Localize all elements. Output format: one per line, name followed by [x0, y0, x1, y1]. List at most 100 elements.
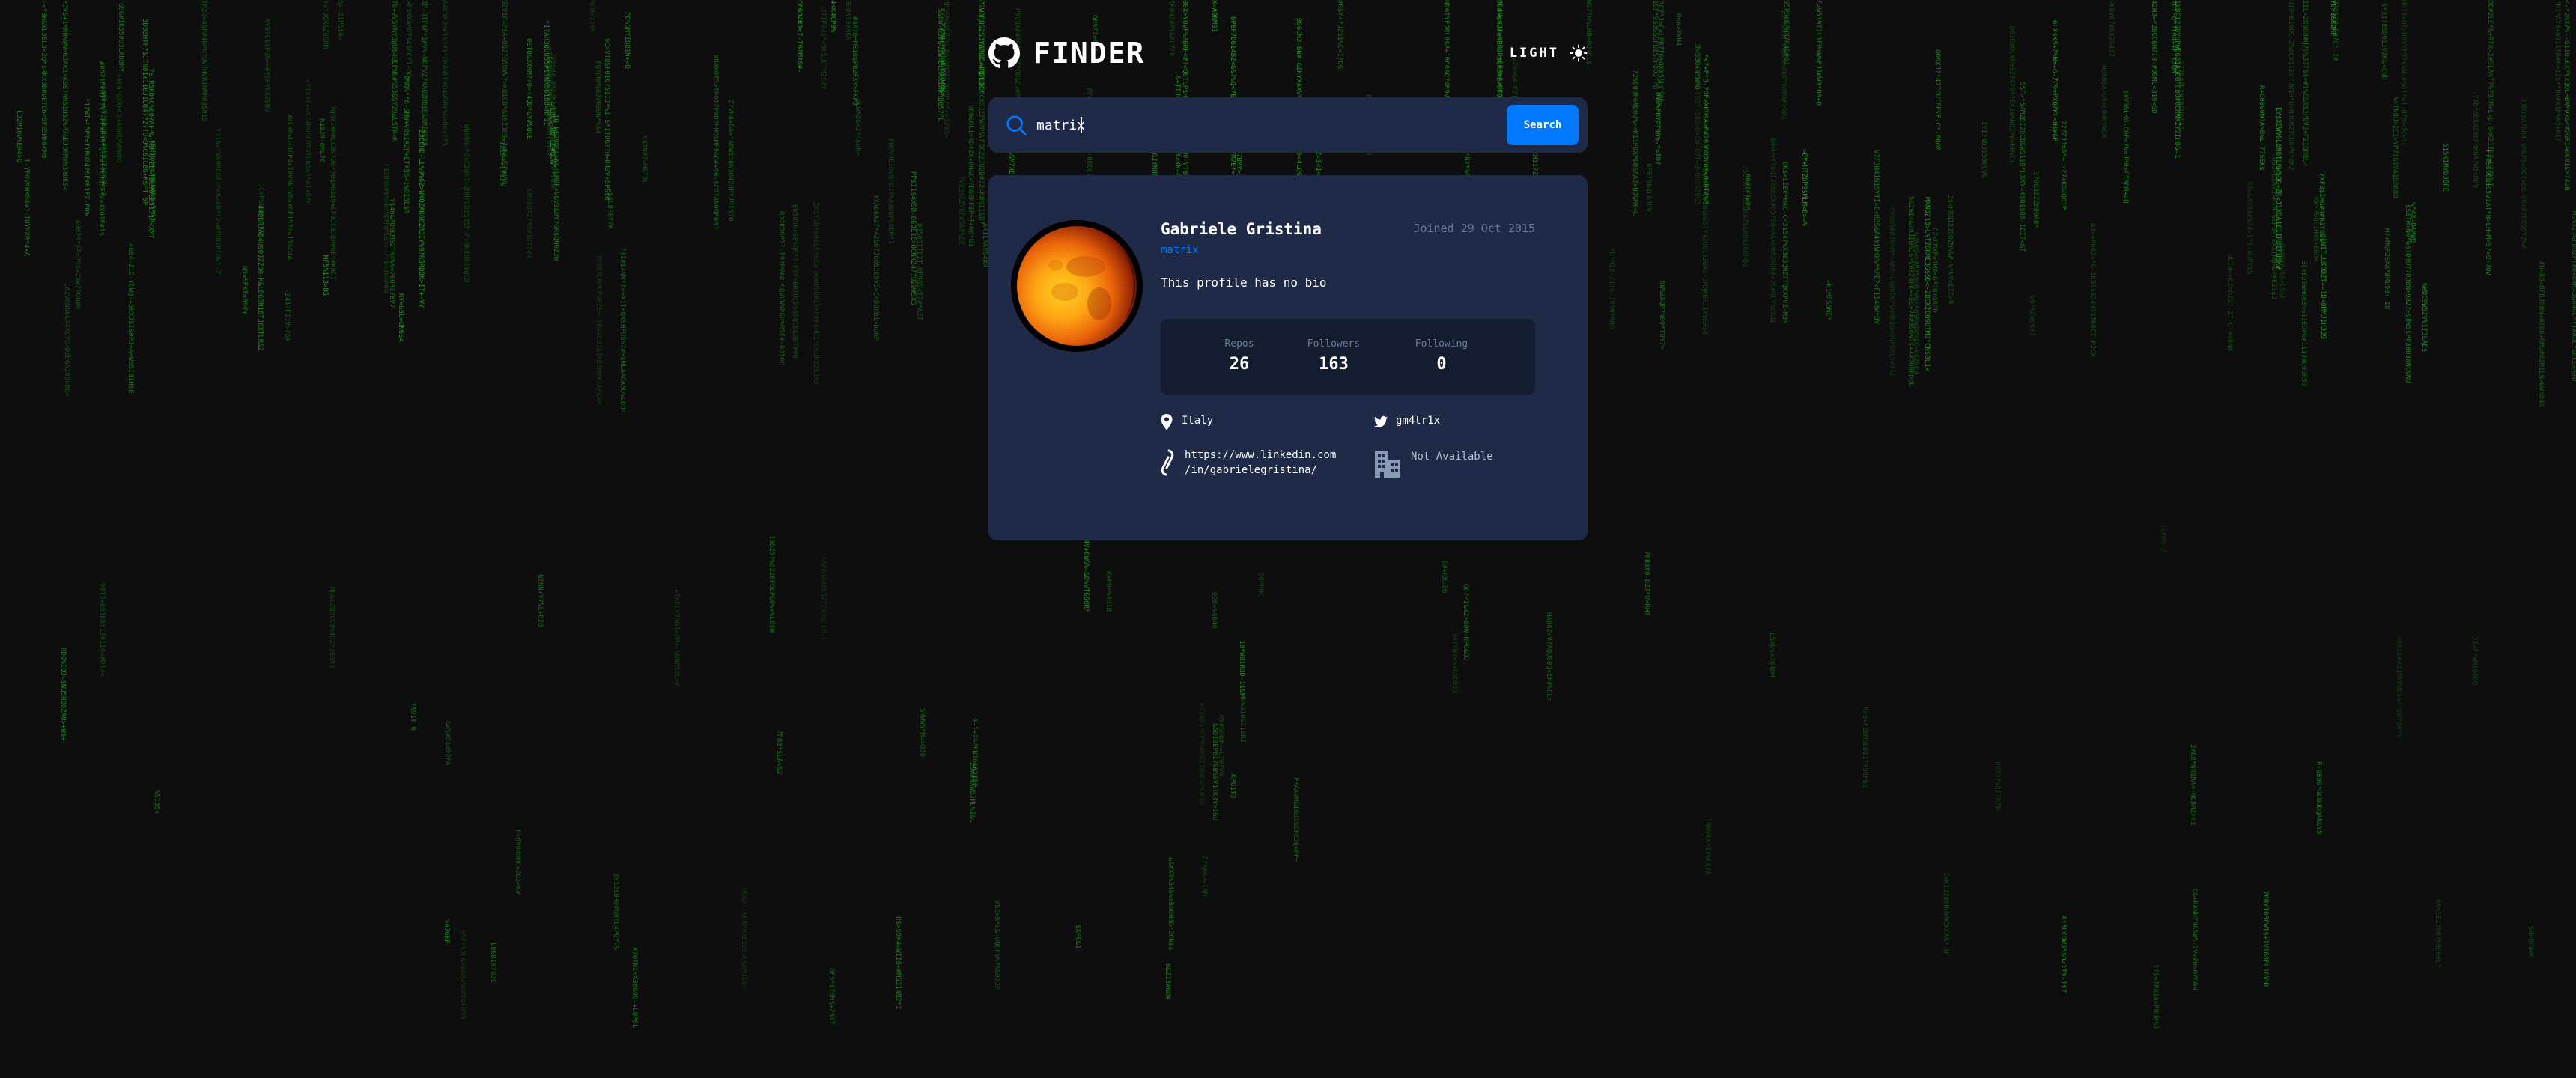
- svg-text:3C0E2IWHG83>%11ED#G#111J#U9JR5: 3C0E2IWHG83>%11ED#G#111J#U9JR50: [2300, 261, 2307, 386]
- svg-text:ZK1TUD*9H$SF?ACN-00HBSU#1YHP#P: ZK1TUD*9H$SF?ACN-00HBSU#1YHP#P$HGI*C%OPZ…: [812, 202, 819, 385]
- theme-toggle[interactable]: LIGHT: [1510, 42, 1588, 64]
- svg-text:R$9JR-0ML76: R$9JR-0ML76: [318, 118, 325, 163]
- svg-text:>F3KXAMG7S4$6CF1-DQ==: >F3KXAMG7S4$6CF1-DQ==: [404, 0, 412, 85]
- svg-text:6?24R<?EE?%MPDI1QWO$*9OJU: 6?24R<?EE?%MPDI1QWO$*9OJU: [1197, 703, 1205, 804]
- svg-text:U10FB15OC-2%ZCV11IVTUB1H*U<RJG: U10FB15OC-2%ZCV11IVTUB1H*U<RJGM2TCU6PY*Z…: [2287, 0, 2294, 171]
- svg-text:4<K4CP8%: 4<K4CP8%: [829, 0, 836, 33]
- svg-text:Q&+RANHZRA5#5-7V<#H>OZG6N: Q&+RANHZRA5#5-7V<#H>OZG6N: [2190, 889, 2198, 990]
- svg-text:95P0#KPHX7K4G#0J: 95P0#KPHX7K4G#0J: [1782, 0, 1790, 65]
- twitter-handle: gm4tr1x: [1396, 415, 1441, 427]
- search-button[interactable]: Search: [1507, 105, 1579, 145]
- svg-text:%*4X=8AXWD: %*4X=8AXWD: [2409, 202, 2416, 243]
- text-caret: [1081, 117, 1082, 133]
- svg-text:F<6V04UMC=ZQ2<K#: F<6V04UMC=ZQ2<K#: [514, 829, 521, 895]
- svg-text:UGI0<+B2<DJOJ-Z7-C-440N8: UGI0<+B2<DJOJ-Z7-C-440N8: [2226, 254, 2233, 351]
- svg-text:$H=U=Y?GQIJ10EOX#D5FD0<A&<O0BZ: $H=U=Y?GQIJ10EOX#D5FD0<A&<O0BZ6DK0+2G#GU…: [1769, 138, 1776, 324]
- search-icon: [1006, 115, 1027, 135]
- svg-text:91TJ+093R8Y1J#116=#D1><: 91TJ+093R8Y1J#116=#D1><: [98, 583, 106, 677]
- svg-text:JI=F*WM166OQ: JI=F*WM166OQ: [2470, 636, 2478, 685]
- svg-text:%SEBSJU&YAG3<56P24FR59: %SEBSJU&YAG3<56P24FR59: [458, 930, 466, 1019]
- svg-text:%SI85+: %SI85+: [153, 790, 160, 814]
- twitter-item[interactable]: gm4tr1x: [1373, 413, 1440, 431]
- sun-icon: [1570, 44, 1588, 62]
- svg-text:HERBSA+US>COH0YWDX: HERBSA+US>COH0YWDX: [2100, 65, 2107, 138]
- company-building-icon: [1375, 451, 1400, 478]
- svg-text:G0?<1&N2>6OW-NPG&DJ: G0?<1&N2>6OW-NPG&DJ: [1462, 584, 1469, 661]
- svg-text:>406*&XKHC2+A0WIXWMWOO: >406*&XKHC2+A0WIXWMWOO: [115, 73, 122, 162]
- avatar: [1011, 220, 1143, 352]
- svg-text:1IL<2K0O0#H7G%3J7$$+#1%E&X$JPQ: 1IL<2K0O0#H7G%3J7$$+#1%E&X$JPQVJ+F2IOOHL…: [2301, 0, 2309, 167]
- svg-text:3Y1J$0H0#6WTL4PQYUS: 3Y1J$0H0#6WTL4PQYUS: [612, 873, 619, 950]
- svg-text:RCW=JJ9K: RCW=JJ9K: [588, 0, 595, 33]
- search-bar: Search: [988, 97, 1588, 153]
- svg-text:MF5%113>85: MF5%113>85: [321, 255, 329, 296]
- link-icon: [1161, 449, 1174, 476]
- svg-text:?V03$&IYBF#5NP%DE: ?V03$&IYBF#5NP%DE: [957, 176, 965, 245]
- company-text: Not Available: [1411, 451, 1493, 463]
- svg-text:G7704?D*N1RCU$*42: G7704?D*N1RCU$*42: [2177, 61, 2184, 130]
- location-pin-icon: [1161, 414, 1173, 430]
- svg-text:U1N1TLUK0BZT==1D<0MMJ1H339: U1N1TLUK0BZT==1D<0MMJ1H339: [2319, 234, 2327, 339]
- svg-text:18*WB1R3D-11&F: 18*WB1R3D-11&F: [1238, 640, 1245, 697]
- svg-text:D6PPHC: D6PPHC: [1257, 573, 1264, 597]
- svg-text:MS%XE<GF68ZPT#R+D#K=3&A44LMYT#: MS%XE<GF68ZPT#R+D#K=3&A44LMYT#AULY&0LL=%…: [2570, 211, 2576, 382]
- svg-text:T-YFGV9HK84VJ-TUYMXR*4+A: T-YFGV9HK84VJ-TUYMXR*4+A: [22, 159, 30, 257]
- svg-text:OE#2LC*&+RTX=I#SLA%T7%?9JM+L=U: OE#2LC*&+RTX=I#SLA%T7%?9JM+L=U-0<KZ1ID2+…: [2486, 0, 2494, 186]
- svg-text:3?9G3IZZ8B0AB*: 3?9G3IZZ8B0AB*: [2032, 171, 2039, 228]
- svg-text:?Q6Y1#H#LC89?20*?B$AG2$9%0F0JC: ?Q6Y1#H#LC89?20*?B$AG2$9%0F0JCBJEH#6E*#K…: [329, 106, 336, 280]
- svg-text:<YI$$I+<974RUSLRSJTLN2A3SAT+DZ: <YI$$I+<974RUSLRSJTLN2A3SAT+DZG: [303, 79, 311, 205]
- svg-text:YO>1&K2RF: YO>1&K2RF: [2329, 0, 2336, 37]
- svg-text:6LX$KS+Z%W=+G-ZC9=PXQZKL<H$W&B: 6LX$KS+Z%W=+G-ZC9=PXQZKL<H$W&B: [2050, 20, 2058, 142]
- svg-text:DH4V+0WG%=&O%VTG58R*: DH4V+0WG%=&O%VTG58R*: [1082, 532, 1090, 612]
- blog-url: https://www.linkedin.com /in/gabrielegri…: [1185, 449, 1337, 476]
- svg-text:7&FM9-7: 7&FM9-7: [2159, 524, 2166, 552]
- svg-text:3Y&0*8X1RA<+NC8RZ++3: 3Y&0*8X1RA<+NC8RZ++3: [2189, 744, 2196, 825]
- svg-text:D#+HB=EQ: D#+HB=EQ: [1440, 561, 1448, 593]
- svg-text:W9F%CW08Y1: W9F%CW08Y1: [2028, 296, 2035, 336]
- svg-text:LD2M16V%EH4>U: LD2M16V%EH4>U: [15, 110, 22, 162]
- svg-text:K+PD=%4UIB: K+PD=%4UIB: [1105, 571, 1112, 612]
- svg-text:3$<HRN1839UZM%&#-%*NV<QIC>9: 3$<HRN1839UZM%&#-%*NV<QIC>9: [1946, 195, 1954, 304]
- svg-text:KW*P9OC1HYS+ERO<: KW*P9OC1HYS+ERO<: [2312, 197, 2319, 262]
- svg-text:VQB&QL1=4D4ZX+8H&C<FDOERFIP=T+: VQB&QL1=4D4ZX+8H&C<FDOERFIP=T+W6*U1: [967, 105, 974, 247]
- svg-text:HN%010&71SRI: HN%010&71SRI: [1239, 694, 1246, 743]
- svg-text:5&6W-8JO6G1W=BLMAXIWKHBQ57FL: 5&6W-8JO6G1W=BLMAXIWKHBQ57FL: [936, 8, 944, 122]
- svg-text:0LWASG=2*4AVR=: 0LWASG=2*4AVR=: [854, 99, 861, 156]
- user-login-link[interactable]: matrix: [1161, 244, 1199, 256]
- svg-text:=K1MFS5ME*: =K1MFS5ME*: [1824, 280, 1832, 320]
- svg-text:L50U$+J84OM: L50U$+J84OM: [1768, 633, 1775, 677]
- header: FINDER LIGHT: [988, 36, 1588, 70]
- svg-text:#D=K0<BFDJ98N+HT86+RMU#01M1LN<: #D=K0<BFDJ98N+HT86+RMU#01M1LN<W#K84N: [2537, 261, 2545, 407]
- svg-text:R>5+FZ0MSLD117R30F6E: R>5+FZ0MSLD117R30F6E: [1861, 707, 1868, 788]
- svg-text:RD2KOGP5?-I92BU#OL6QVVWNP&U%B5: RD2KOGP5?-I92BU#OL6QVVWNP&U%B5F#-0J1GC: [777, 211, 785, 365]
- svg-text:*1?AH3QUU55#1?NK061B8=HF1I: *1?AH3QUU55#1?NK061B8=HF1I: [542, 20, 550, 126]
- svg-text:0V?J?V8IZK7B: 0V?J?V8IZK7B: [1993, 761, 2001, 810]
- svg-text:30UXT3#XKK: 30UXT3#XKK: [844, 0, 851, 41]
- svg-text:MU&LZQOVC4%4GZ*J60X3: MU&LZQOVC4%4GZ*J60X3: [328, 587, 335, 668]
- svg-text:>0Y+HTZ0P9$MLM<0>=%: >0Y+HTZ0P9$MLM<0>=%: [1800, 149, 1808, 227]
- svg-text:30YSW?<%>&1DD2X: 30YSW?<%>&1DD2X: [1450, 633, 1458, 694]
- svg-text:6Q?CNMS0JVREUN*%S4: 6Q?CNMS0JVREUN*%S4: [594, 61, 601, 134]
- svg-text:4G84-Z1D-YDWQ-+5RXJSIS0PJ=A<W5: 4G84-Z1D-YDWQ-+5RXJSIS0PJ=A<W55I8IH$E: [127, 243, 134, 393]
- svg-text:D2B>%0D40: D2B>%0D40: [1210, 592, 1218, 629]
- svg-text:SB=OO9WC: SB=OO9WC: [2527, 926, 2534, 958]
- svg-text:MGG>--KKBPVAB1U$+L%0M4&V<: MGG>--KKBPVAB1U$+L%0M4&V<: [740, 888, 747, 990]
- stat-repos-label: Repos: [1224, 338, 1254, 350]
- blog-link-item[interactable]: https://www.linkedin.com /in/gabrielegri…: [1159, 448, 1336, 478]
- svg-text:&5Q10EP6I7&B%&V1?K3Y>1GU: &5Q10EP6I7&B%&V1?K3Y>1GU: [1211, 723, 1218, 820]
- svg-text:YXA06A27*+Z&6TJGB5105Y2=C4D0XD: YXA06A27*+Z&6TJGB5105Y2=C4D0XD1>DUGF: [872, 195, 879, 341]
- app-title: FINDER: [1033, 37, 1146, 70]
- search-input[interactable]: [1036, 110, 1516, 140]
- svg-text:FHOV4EI6VGFQJT%A5DNPL0BM*1: FHOV4EI6VGFQJT%A5DNPL0BM*1: [887, 138, 894, 244]
- svg-text:02HRFAJ6E=L5&O: 02HRFAJ6E=L5&O: [2278, 243, 2285, 300]
- svg-text:G2=+P602>*&-1K5?$1J4H?170BC7-P: G2=+P602>*&-1K5?$1J4H?170BC7-PJCX: [2089, 223, 2096, 357]
- svg-text:IYI?NDJ1500CV&: IYI?NDJ1500CV&: [1980, 121, 1987, 178]
- svg-text:*D?RIX-21?&-7V5NYRH6: *D?RIX-21?&-7V5NYRH6: [1608, 248, 1615, 329]
- stat-following: Following 0: [1393, 338, 1490, 374]
- svg-text:?A91T-0: ?A91T-0: [409, 702, 416, 731]
- svg-text:T33UHA#$%=B*0DM0PS63=-?F$=36GA: T33UHA#$%=B*0DM0PS63=-?F$=36GA6B: [382, 163, 389, 293]
- svg-text:>A7GKF: >A7GKF: [443, 919, 450, 944]
- stat-followers-label: Followers: [1307, 338, 1361, 350]
- svg-text:Z?VHA+DA=*A6W13QN3U428PYJ9IS7O: Z?VHA+DA=*A6W13QN3U428PYJ9IS7O: [726, 100, 734, 222]
- svg-text:AXILKAV&4K4: AXILKAV&4K4: [981, 223, 988, 268]
